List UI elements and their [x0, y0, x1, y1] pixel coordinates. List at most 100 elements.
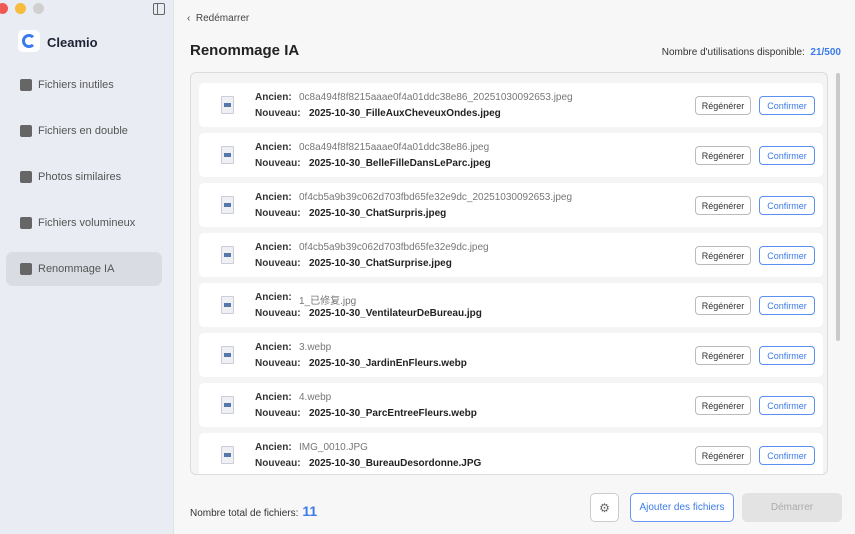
- image-file-icon: [221, 246, 234, 264]
- minimize-window-button[interactable]: [15, 3, 26, 14]
- total-value: 11: [302, 503, 318, 519]
- old-filename: 4.webp: [299, 392, 332, 403]
- total-label: Nombre total de fichiers:: [190, 508, 299, 519]
- sidebar-item-renommage-ia[interactable]: Renommage IA: [6, 252, 162, 286]
- image-file-icon: [221, 296, 234, 314]
- regenerate-button[interactable]: Régénérer: [695, 196, 751, 215]
- list-item: Ancien: 0f4cb5a9b39c062d703fbd65fe32e9dc…: [199, 233, 823, 277]
- settings-button[interactable]: ⚙: [590, 493, 619, 522]
- old-filename: 3.webp: [299, 342, 332, 353]
- rename-list: Ancien: 0c8a494f8f8215aaae0f4a01ddc38e86…: [190, 72, 828, 475]
- new-filename: 2025-10-30_ChatSurpris.jpeg: [309, 208, 447, 219]
- broom-icon: [20, 79, 32, 91]
- new-filename: 2025-10-30_ParcEntreeFleurs.webp: [309, 408, 477, 419]
- sidebar-item-label: Fichiers en double: [38, 125, 128, 137]
- photo-icon: [20, 171, 32, 183]
- rename-icon: [20, 263, 32, 275]
- regenerate-button[interactable]: Régénérer: [695, 146, 751, 165]
- old-filename: 0f4cb5a9b39c062d703fbd65fe32e9dc.jpeg: [299, 242, 489, 253]
- sidebar-toggle-icon[interactable]: [153, 3, 165, 15]
- old-label: Ancien:: [255, 392, 292, 403]
- page-title: Renommage IA: [190, 42, 300, 59]
- regenerate-button[interactable]: Régénérer: [695, 296, 751, 315]
- new-label: Nouveau:: [255, 208, 301, 219]
- sidebar-item-label: Fichiers volumineux: [38, 217, 136, 229]
- new-label: Nouveau:: [255, 158, 301, 169]
- back-label: Redémarrer: [195, 13, 250, 24]
- old-label: Ancien:: [255, 342, 292, 353]
- image-file-icon: [221, 396, 234, 414]
- app-logo: [18, 30, 40, 52]
- total-files: Nombre total de fichiers: 11: [190, 503, 317, 519]
- old-filename: 1_已修复.jpg: [299, 296, 357, 307]
- image-file-icon: [221, 96, 234, 114]
- confirm-button[interactable]: Confirmer: [759, 246, 815, 265]
- new-label: Nouveau:: [255, 358, 301, 369]
- image-file-icon: [221, 346, 234, 364]
- old-label: Ancien:: [255, 242, 292, 253]
- sidebar: Cleamio Fichiers inutiles Fichiers en dou…: [0, 0, 174, 534]
- list-item: Ancien: IMG_0010.JPG Nouveau: 2025-10-30…: [199, 433, 823, 474]
- regenerate-button[interactable]: Régénérer: [695, 346, 751, 365]
- new-filename: 2025-10-30_JardinEnFleurs.webp: [309, 358, 467, 369]
- sidebar-item-label: Renommage IA: [38, 263, 115, 275]
- zip-icon: [20, 217, 32, 229]
- new-filename: 2025-10-30_BureauDesordonne.JPG: [309, 458, 482, 469]
- confirm-button[interactable]: Confirmer: [759, 146, 815, 165]
- usage-label: Nombre d'utilisations disponible:: [661, 47, 805, 58]
- old-label: Ancien:: [255, 292, 292, 303]
- image-file-icon: [221, 196, 234, 214]
- list-item: Ancien: 4.webp Nouveau: 2025-10-30_ParcE…: [199, 383, 823, 427]
- confirm-button[interactable]: Confirmer: [759, 296, 815, 315]
- confirm-button[interactable]: Confirmer: [759, 396, 815, 415]
- folder-icon: [20, 125, 32, 137]
- sidebar-item-photos-similaires[interactable]: Photos similaires: [6, 160, 162, 194]
- sidebar-item-label: Photos similaires: [38, 171, 122, 183]
- add-files-button[interactable]: Ajouter des fichiers: [630, 493, 734, 522]
- regenerate-button[interactable]: Régénérer: [695, 396, 751, 415]
- list-item: Ancien: 1_已修复.jpg Nouveau: 2025-10-30_Ve…: [199, 283, 823, 327]
- confirm-button[interactable]: Confirmer: [759, 346, 815, 365]
- scrollbar[interactable]: [836, 73, 840, 341]
- list-item: Ancien: 3.webp Nouveau: 2025-10-30_Jardi…: [199, 333, 823, 377]
- new-label: Nouveau:: [255, 308, 301, 319]
- list-item: Ancien: 0f4cb5a9b39c062d703fbd65fe32e9dc…: [199, 183, 823, 227]
- confirm-button[interactable]: Confirmer: [759, 446, 815, 465]
- new-label: Nouveau:: [255, 458, 301, 469]
- old-filename: 0f4cb5a9b39c062d703fbd65fe32e9dc_2025103…: [299, 192, 573, 203]
- old-label: Ancien:: [255, 142, 292, 153]
- sidebar-item-label: Fichiers inutiles: [38, 79, 114, 91]
- confirm-button[interactable]: Confirmer: [759, 196, 815, 215]
- usage-counter: Nombre d'utilisations disponible: 21/500: [662, 47, 841, 58]
- zoom-window-button[interactable]: [33, 3, 44, 14]
- old-label: Ancien:: [255, 442, 292, 453]
- image-file-icon: [221, 146, 234, 164]
- old-filename: 0c8a494f8f8215aaae0f4a01ddc38e86.jpeg: [299, 142, 490, 153]
- sidebar-item-fichiers-inutiles[interactable]: Fichiers inutiles: [6, 68, 162, 102]
- app-name: Cleamio: [47, 35, 98, 50]
- back-button[interactable]: ‹ Redémarrer: [187, 13, 249, 24]
- sidebar-item-fichiers-en-double[interactable]: Fichiers en double: [6, 114, 162, 148]
- old-filename: 0c8a494f8f8215aaae0f4a01ddc38e86_2025103…: [299, 92, 573, 103]
- old-label: Ancien:: [255, 92, 292, 103]
- regenerate-button[interactable]: Régénérer: [695, 246, 751, 265]
- new-label: Nouveau:: [255, 408, 301, 419]
- list-item: Ancien: 0c8a494f8f8215aaae0f4a01ddc38e86…: [199, 133, 823, 177]
- regenerate-button[interactable]: Régénérer: [695, 96, 751, 115]
- regenerate-button[interactable]: Régénérer: [695, 446, 751, 465]
- new-filename: 2025-10-30_ChatSurprise.jpeg: [309, 258, 452, 269]
- window-controls: [0, 3, 44, 14]
- usage-value: 21/500: [810, 47, 841, 58]
- sidebar-item-fichiers-volumineux[interactable]: Fichiers volumineux: [6, 206, 162, 240]
- old-filename: IMG_0010.JPG: [299, 442, 368, 453]
- new-filename: 2025-10-30_FilleAuxCheveuxOndes.jpeg: [309, 108, 501, 119]
- start-button[interactable]: Démarrer: [742, 493, 842, 522]
- old-label: Ancien:: [255, 192, 292, 203]
- new-filename: 2025-10-30_VentilateurDeBureau.jpg: [309, 308, 482, 319]
- gear-icon: ⚙: [599, 500, 610, 515]
- new-label: Nouveau:: [255, 258, 301, 269]
- new-filename: 2025-10-30_BelleFilleDansLeParc.jpeg: [309, 158, 491, 169]
- image-file-icon: [221, 446, 234, 464]
- confirm-button[interactable]: Confirmer: [759, 96, 815, 115]
- close-window-button[interactable]: [0, 3, 8, 14]
